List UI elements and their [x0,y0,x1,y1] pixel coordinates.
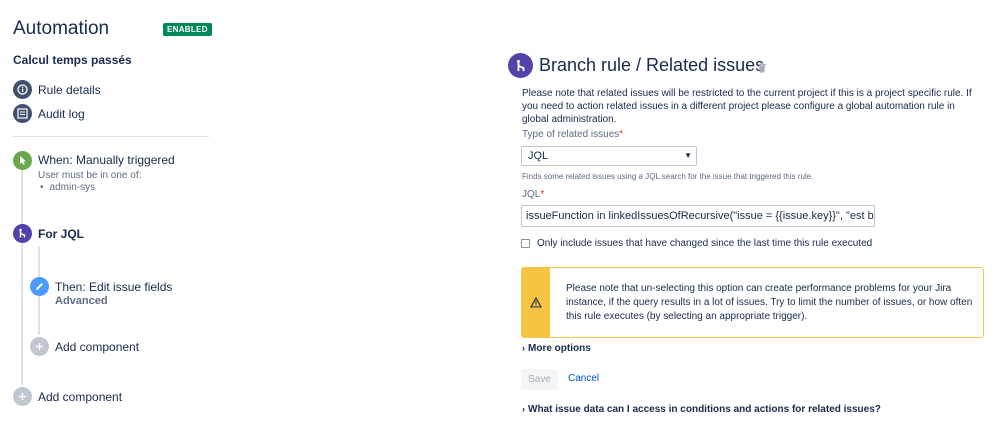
type-label: Type of related issues* [522,129,624,140]
trigger-bullet: • admin-sys [40,182,96,193]
type-select[interactable]: JQL ▼ [521,146,697,166]
audit-log-link[interactable]: Audit log [13,104,85,123]
list-icon [13,104,32,123]
rule-name: Calcul temps passés [13,53,132,67]
more-options-toggle[interactable]: › More options [522,343,591,354]
trash-icon[interactable] [757,60,767,78]
trigger-condition: User must be in one of: [38,170,142,181]
jql-label: JQL* [522,189,545,200]
branch-icon [508,53,533,78]
only-changed-label: Only include issues that have changed si… [537,238,873,249]
branch-icon [13,224,32,243]
faq-toggle[interactable]: › What issue data can I access in conditi… [522,404,881,415]
rule-details-link[interactable]: Rule details [13,80,101,99]
add-component-outer[interactable]: Add component [38,390,122,404]
chevron-right-icon: › [522,404,525,414]
plus-icon [30,337,49,356]
divider [13,136,209,137]
trigger-bullet-value: admin-sys [49,182,96,193]
only-changed-checkbox[interactable] [521,239,530,248]
dropdown-arrow-icon: ▼ [684,151,692,160]
warning-bar [522,268,550,337]
jql-label-text: JQL [522,189,541,200]
only-changed-option[interactable]: Only include issues that have changed si… [521,238,872,249]
trigger-title[interactable]: When: Manually triggered [38,153,175,167]
branch-title[interactable]: For JQL [38,227,84,241]
restriction-note: Please note that related issues will be … [522,88,972,125]
pointer-icon [13,151,32,170]
save-button[interactable]: Save [521,369,558,390]
faq-label: What issue data can I access in conditio… [528,404,881,415]
warning-text: Please note that un-selecting this optio… [566,283,973,322]
type-help-text: Finds some related issues using a JQL se… [522,172,814,181]
plus-icon [13,387,32,406]
cancel-button[interactable]: Cancel [568,373,599,384]
warning-box: Please note that un-selecting this optio… [521,267,984,338]
panel-title: Branch rule / Related issues [539,55,765,75]
pencil-icon [30,277,49,296]
more-options-label: More options [528,343,591,354]
action-title[interactable]: Then: Edit issue fields [55,280,172,294]
warning-icon [530,297,542,308]
add-component-inner[interactable]: Add component [55,340,139,354]
type-label-text: Type of related issues [522,129,620,140]
status-badge: ENABLED [163,23,212,36]
chevron-right-icon: › [522,343,525,353]
audit-log-label: Audit log [38,106,85,121]
flow-line [21,170,23,385]
rule-details-label: Rule details [38,82,101,97]
jql-input[interactable]: issueFunction in linkedIssuesOfRecursive… [521,205,875,227]
info-icon [13,80,32,99]
type-select-value: JQL [528,150,549,162]
action-subtitle: Advanced [55,295,108,307]
page-title: Automation [13,18,110,39]
